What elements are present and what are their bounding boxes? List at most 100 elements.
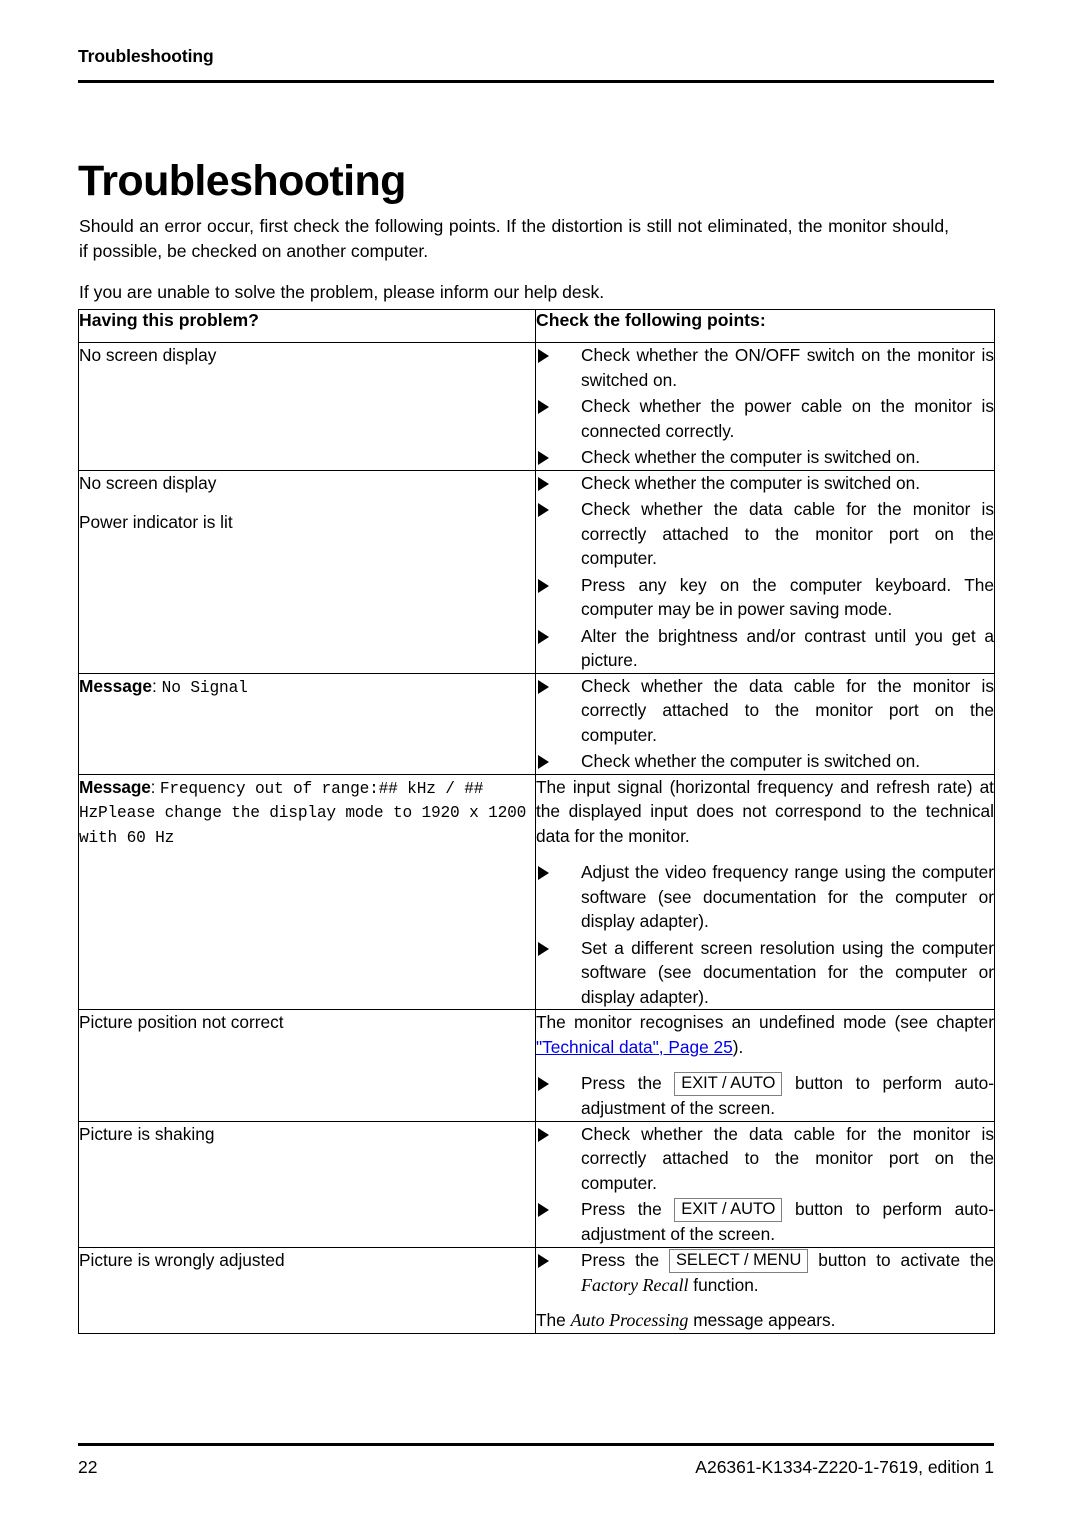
list-item-text: Adjust the video frequency range using t… [581, 862, 994, 931]
trailing-text-before: The [536, 1310, 566, 1330]
auto-processing-term: Auto Processing [570, 1310, 689, 1330]
troubleshooting-table: Having this problem? Check the following… [78, 309, 995, 1334]
footer-page-number: 22 [78, 1457, 98, 1477]
intro-paragraph-1: Should an error occur, first check the f… [79, 216, 949, 261]
check-bullet-list: Press the SELECT / MENU button to activa… [536, 1248, 994, 1298]
list-item-text: Check whether the computer is switched o… [581, 751, 921, 771]
list-item-text-before: Press the [581, 1199, 662, 1219]
table-row: Picture is wrongly adjusted Press the SE… [78, 1246, 995, 1334]
check-cell: Check whether the data cable for the mon… [535, 672, 995, 775]
table-row: Picture position not correct The monitor… [78, 1009, 995, 1122]
check-cell: The monitor recognises an undefined mode… [535, 1009, 995, 1122]
list-item: Press the EXIT / AUTO button to perform … [536, 1071, 994, 1121]
check-bullet-list: Check whether the data cable for the mon… [536, 1122, 994, 1247]
list-item-text-end: function. [693, 1274, 759, 1295]
column-header-check: Check the following points: [535, 309, 995, 343]
list-item-text: Check whether the computer is switched o… [581, 447, 921, 467]
problem-line: Picture is wrongly adjusted [79, 1249, 285, 1270]
problem-line: Message: Frequency out of range:## kHz /… [79, 776, 527, 847]
list-item-text-before: Press the [581, 1073, 662, 1093]
list-item-text: Check whether the ON/OFF switch on the m… [581, 345, 994, 390]
exit-auto-keycap[interactable]: EXIT / AUTO [674, 1072, 783, 1096]
triangle-bullet-icon [538, 629, 549, 644]
triangle-bullet-icon [538, 476, 549, 491]
footer-document-id: A26361-K1334-Z220-1-7619, edition 1 [695, 1457, 994, 1477]
list-item-text-mid: button to activate the [818, 1249, 994, 1270]
triangle-bullet-icon [538, 755, 549, 769]
list-item: Press any key on the computer keyboard. … [536, 573, 994, 622]
triangle-bullet-icon [538, 451, 549, 465]
check-bullet-list: Adjust the video frequency range using t… [536, 860, 994, 1009]
problem-line: Message: No Signal [79, 675, 248, 697]
list-item: Check whether the data cable for the mon… [536, 497, 994, 571]
check-bullet-list: Check whether the data cable for the mon… [536, 674, 994, 774]
intro-paragraph-2: If you are unable to solve the problem, … [79, 282, 605, 302]
triangle-bullet-icon [538, 1077, 549, 1091]
table-row: No screen display Check whether the ON/O… [78, 342, 995, 471]
exit-auto-keycap[interactable]: EXIT / AUTO [674, 1198, 783, 1222]
column-header-problem: Having this problem? [78, 309, 536, 343]
technical-data-link[interactable]: "Technical data", Page 25 [536, 1037, 733, 1057]
list-item-text: Alter the brightness and/or contrast unt… [581, 625, 994, 671]
list-item-text: Check whether the computer is switched o… [581, 472, 921, 493]
check-bullet-list: Check whether the computer is switched o… [536, 471, 994, 673]
list-item-text: Check whether the data cable for the mon… [581, 499, 994, 568]
message-label: Message [79, 675, 153, 696]
check-cell: Check whether the data cable for the mon… [535, 1120, 995, 1248]
header-rule [78, 80, 994, 83]
triangle-bullet-icon [538, 1127, 549, 1142]
problem-line: Power indicator is lit [79, 511, 233, 532]
check-bullet-list: Press the EXIT / AUTO button to perform … [536, 1071, 994, 1121]
message-label: Message [79, 776, 151, 797]
running-header: Troubleshooting [78, 46, 214, 66]
table-row: Picture is shaking Check whether the dat… [78, 1120, 995, 1248]
list-item: Adjust the video frequency range using t… [536, 860, 994, 934]
list-item: Check whether the computer is switched o… [536, 445, 994, 470]
lead-paragraph: The input signal (horizontal frequency a… [536, 776, 994, 846]
footer-rule [78, 1443, 994, 1446]
list-item: Check whether the ON/OFF switch on the m… [536, 343, 994, 392]
list-item: Set a different screen resolution using … [536, 936, 994, 1010]
intro-text: Should an error occur, first check the f… [79, 214, 949, 305]
factory-recall-term: Factory Recall [581, 1274, 689, 1295]
table-header-row: Having this problem? Check the following… [78, 309, 995, 343]
check-cell: The input signal (horizontal frequency a… [535, 773, 995, 1010]
list-item: Press the EXIT / AUTO button to perform … [536, 1197, 994, 1247]
problem-cell: Message: Frequency out of range:## kHz /… [78, 773, 536, 1010]
list-item: Press the SELECT / MENU button to activa… [536, 1248, 994, 1298]
list-item-text: Press any key on the computer keyboard. … [581, 574, 994, 620]
list-item-text: Set a different screen resolution using … [581, 937, 994, 1007]
problem-line: Picture is shaking [79, 1123, 215, 1144]
triangle-bullet-icon [538, 578, 549, 593]
list-item: Check whether the data cable for the mon… [536, 1122, 994, 1196]
problem-cell: Picture is wrongly adjusted [78, 1246, 536, 1334]
triangle-bullet-icon [538, 679, 549, 694]
list-item-text: Check whether the data cable for the mon… [581, 675, 994, 745]
check-bullet-list: Check whether the ON/OFF switch on the m… [536, 343, 994, 470]
lead-text-after-link: ). [732, 1036, 744, 1057]
problem-cell: Message: No Signal [78, 672, 536, 775]
triangle-bullet-icon [538, 941, 549, 956]
triangle-bullet-icon [538, 1253, 549, 1268]
check-cell: Check whether the ON/OFF switch on the m… [535, 342, 995, 471]
list-item: Alter the brightness and/or contrast unt… [536, 624, 994, 673]
check-cell: Press the SELECT / MENU button to activa… [535, 1246, 995, 1334]
problem-cell: Picture is shaking [78, 1120, 536, 1248]
problem-cell: No screen display Power indicator is lit [78, 469, 536, 674]
triangle-bullet-icon [538, 349, 549, 363]
list-item-text-before: Press the [581, 1249, 660, 1270]
check-cell: Check whether the computer is switched o… [535, 469, 995, 674]
list-item: Check whether the computer is switched o… [536, 749, 994, 774]
table-row: Message: No Signal Check whether the dat… [78, 672, 995, 775]
list-item: Check whether the power cable on the mon… [536, 394, 994, 443]
trailing-paragraph: The Auto Processing message appears. [536, 1308, 994, 1333]
problem-cell: No screen display [78, 342, 536, 471]
list-item-text: Check whether the data cable for the mon… [581, 1123, 994, 1193]
trailing-text-after: message appears. [693, 1310, 836, 1330]
table-row: Message: Frequency out of range:## kHz /… [78, 773, 995, 1010]
page-title: Troubleshooting [78, 156, 406, 205]
select-menu-keycap[interactable]: SELECT / MENU [668, 1248, 809, 1273]
triangle-bullet-icon [538, 503, 549, 517]
table-row: No screen display Power indicator is lit… [78, 469, 995, 674]
list-item-text: Check whether the power cable on the mon… [581, 396, 994, 441]
